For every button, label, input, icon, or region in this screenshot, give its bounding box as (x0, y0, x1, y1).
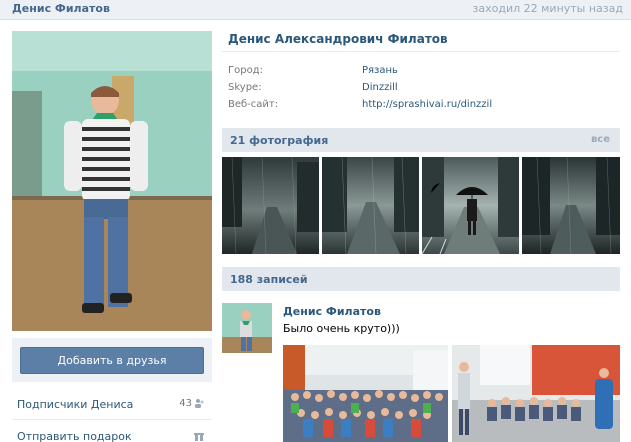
add-friend-panel: Добавить в друзья (12, 338, 212, 382)
class-event-photo (452, 345, 620, 442)
followers-row[interactable]: Подписчики Дениса 43 (12, 390, 212, 420)
photo-thumbnail[interactable] (322, 157, 419, 254)
wall-section-header[interactable]: 188 записей (222, 267, 620, 291)
send-gift-label[interactable]: Отправить подарок (17, 430, 132, 442)
add-friend-button[interactable]: Добавить в друзья (20, 347, 204, 374)
post-photo[interactable] (452, 345, 620, 442)
rain-street-photo-2 (322, 157, 419, 254)
rain-street-photo-4 (522, 157, 620, 254)
class-group-photo (283, 345, 448, 442)
skype-value[interactable]: Dinzzill (362, 82, 398, 93)
avatar-photo (12, 31, 212, 331)
info-row-skype: Skype: Dinzzill (228, 82, 618, 98)
profile-full-name: Денис Александрович Филатов (228, 32, 448, 46)
followers-count: 43 (179, 398, 192, 409)
website-key: Веб-сайт: (228, 99, 279, 110)
header-name[interactable]: Денис Филатов (12, 2, 110, 15)
post-avatar-photo (222, 303, 272, 353)
name-divider (222, 51, 620, 52)
rain-umbrella-photo (422, 157, 519, 254)
info-row-city: Город: Рязань (228, 65, 618, 81)
followers-label[interactable]: Подписчики Дениса (17, 398, 133, 411)
post-author-avatar[interactable] (222, 303, 272, 353)
photo-thumbnail[interactable] (422, 157, 519, 254)
send-gift-row[interactable]: Отправить подарок (12, 420, 212, 442)
followers-icon (194, 398, 204, 408)
photo-thumbnail[interactable] (522, 157, 620, 254)
rain-street-photo-1 (222, 157, 319, 254)
photo-thumbnail[interactable] (222, 157, 319, 254)
post-photo[interactable] (283, 345, 448, 442)
skype-key: Skype: (228, 82, 262, 93)
photos-title[interactable]: 21 фотография (230, 134, 328, 147)
post-author-name[interactable]: Денис Филатов (283, 305, 381, 318)
post-text: Было очень круто))) (283, 322, 400, 335)
gift-icon (194, 431, 204, 441)
website-link[interactable]: http://sprashivai.ru/dinzzil (362, 99, 492, 110)
photos-section-header[interactable]: 21 фотография все (222, 128, 620, 152)
city-value[interactable]: Рязань (362, 65, 398, 76)
city-key: Город: (228, 65, 263, 76)
info-row-website: Веб-сайт: http://sprashivai.ru/dinzzil (228, 99, 618, 115)
photos-all-link[interactable]: все (591, 134, 610, 145)
profile-avatar[interactable] (12, 31, 212, 331)
last-seen-status: заходил 22 минуты назад (472, 2, 623, 15)
wall-title[interactable]: 188 записей (230, 273, 308, 286)
profile-header-bar: Денис Филатов заходил 22 минуты назад (0, 0, 631, 20)
